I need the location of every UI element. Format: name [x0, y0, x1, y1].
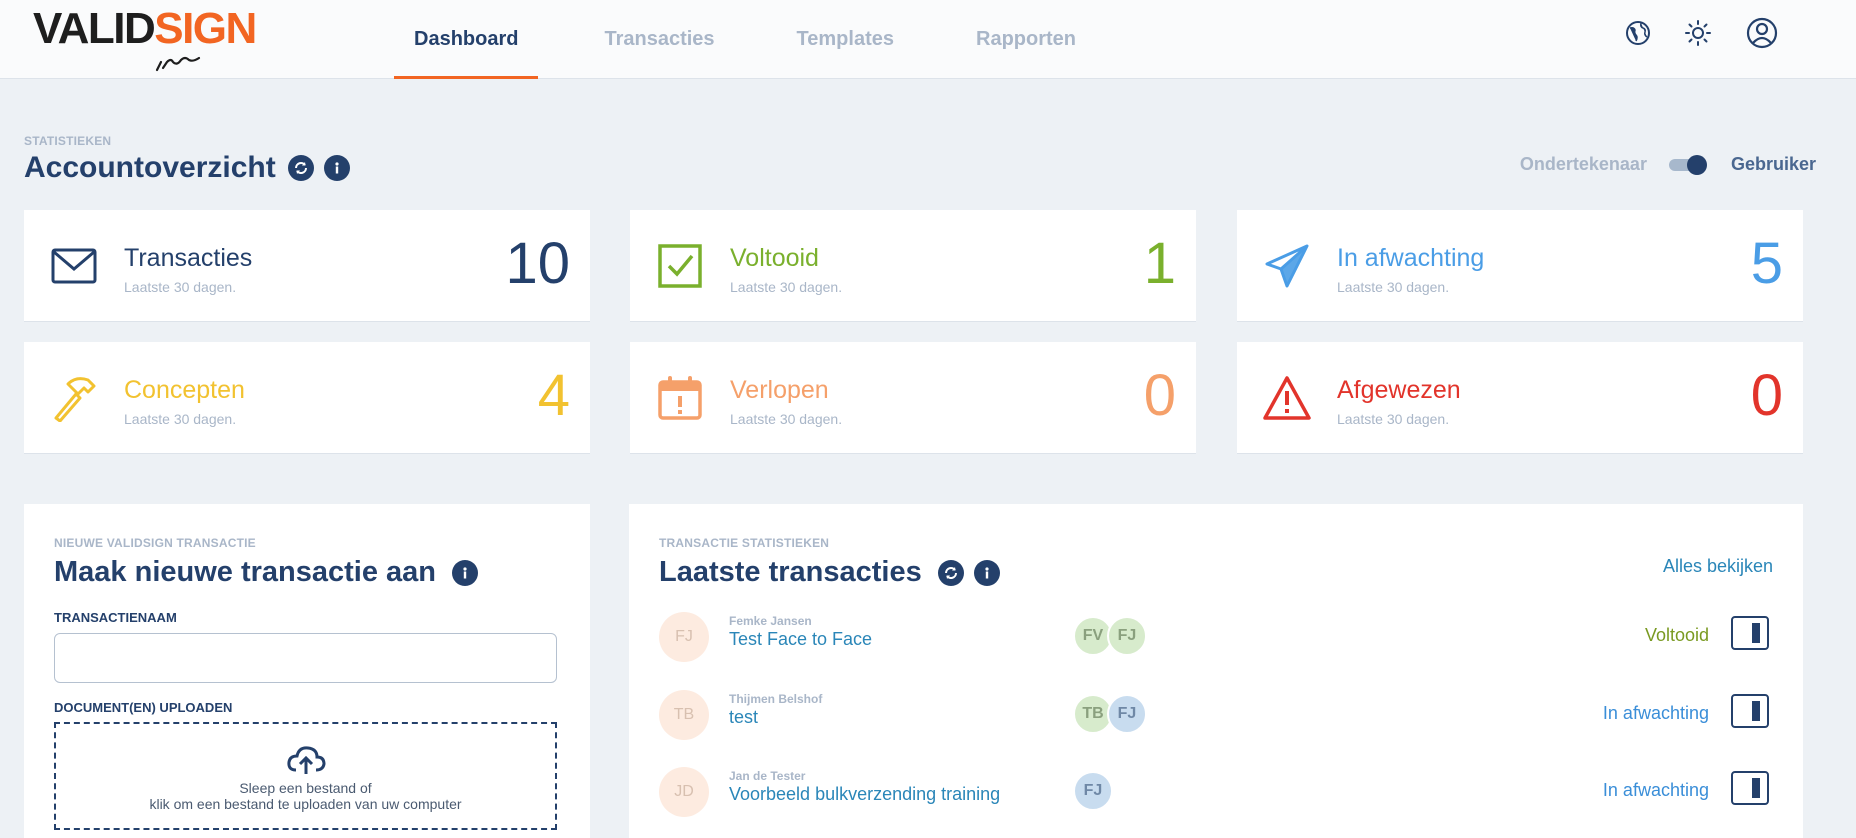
- refresh-icon[interactable]: [287, 155, 314, 181]
- validsign-logo[interactable]: VALIDSIGN: [33, 4, 273, 74]
- transaction-name-link[interactable]: Test Face to Face: [729, 629, 872, 650]
- dropzone-line-2: klik om een bestand te uploaden van uw c…: [149, 796, 462, 812]
- warning-icon: [1263, 376, 1311, 420]
- stat-sub: Laatste 30 dagen.: [1337, 411, 1450, 427]
- latest-title: Laatste transacties: [659, 556, 922, 588]
- stat-card-in-afwachting[interactable]: In afwachting Laatste 30 dagen. 5: [1237, 210, 1803, 322]
- avatar: JD: [659, 767, 709, 817]
- signer-chip: FJ: [1107, 694, 1147, 734]
- stat-name: Verlopen: [730, 376, 829, 404]
- avatar: TB: [659, 690, 709, 740]
- hammer-icon: [54, 377, 96, 422]
- new-tx-title: Maak nieuwe transactie aan: [54, 556, 436, 588]
- transaction-owner: Femke Jansen: [729, 614, 812, 628]
- stat-name: In afwachting: [1337, 244, 1485, 272]
- stat-value: 1: [1143, 231, 1176, 296]
- stat-card-concepten[interactable]: Concepten Laatste 30 dagen. 4: [24, 342, 590, 454]
- document-dropzone[interactable]: Sleep een bestand of klik om een bestand…: [54, 722, 557, 830]
- role-toggle: Ondertekenaar Gebruiker: [1520, 154, 1816, 175]
- page-title: Accountoverzicht: [24, 151, 276, 184]
- stat-name: Concepten: [124, 376, 245, 404]
- checkbox-icon: [658, 244, 702, 288]
- open-panel-button[interactable]: [1731, 771, 1769, 805]
- status-badge: Voltooid: [1644, 625, 1709, 645]
- stat-sub: Laatste 30 dagen.: [124, 279, 237, 295]
- calendar-alert-icon: [658, 376, 702, 420]
- stat-sub: Laatste 30 dagen.: [730, 279, 843, 295]
- status-badge: In afwachting: [1602, 780, 1709, 800]
- stat-sub: Laatste 30 dagen.: [730, 411, 843, 427]
- top-navigation-bar: VALIDSIGN Dashboard Transacties Template…: [0, 0, 1856, 79]
- stat-card-verlopen[interactable]: Verlopen Laatste 30 dagen. 0: [630, 342, 1196, 454]
- transaction-name-link[interactable]: Voorbeeld bulkverzending training: [729, 784, 1000, 805]
- tab-transacties[interactable]: Transacties: [584, 0, 734, 79]
- latest-transactions-panel: TRANSACTIE STATISTIEKEN Laatste transact…: [629, 504, 1803, 838]
- signer-chip: FJ: [1073, 771, 1113, 811]
- table-row[interactable]: FJ Femke Jansen Test Face to Face FV FJ …: [659, 609, 1769, 669]
- stat-sub: Laatste 30 dagen.: [124, 411, 237, 427]
- overview-eyebrow: STATISTIEKEN: [24, 134, 112, 148]
- globe-icon[interactable]: [1621, 16, 1655, 50]
- view-all-link[interactable]: Alles bekijken: [1663, 556, 1773, 577]
- new-transaction-panel: NIEUWE VALIDSIGN TRANSACTIE Maak nieuwe …: [24, 504, 590, 838]
- tab-templates[interactable]: Templates: [777, 0, 914, 79]
- stat-value: 10: [505, 231, 570, 296]
- stat-value: 0: [1750, 363, 1783, 428]
- envelope-icon: [51, 248, 97, 284]
- stat-card-transacties[interactable]: Transacties Laatste 30 dagen. 10: [24, 210, 590, 322]
- table-row[interactable]: TB Thijmen Belshof test TB FJ In afwacht…: [659, 687, 1769, 747]
- tab-dashboard[interactable]: Dashboard: [394, 0, 539, 79]
- stat-value: 4: [537, 363, 570, 428]
- transaction-owner: Thijmen Belshof: [729, 692, 823, 706]
- info-icon[interactable]: [323, 155, 350, 181]
- stat-sub: Laatste 30 dagen.: [1337, 279, 1450, 295]
- toggle-label-ondertekenaar[interactable]: Ondertekenaar: [1520, 154, 1647, 175]
- stat-name: Voltooid: [730, 244, 819, 272]
- tab-rapporten[interactable]: Rapporten: [956, 0, 1096, 79]
- user-icon[interactable]: [1745, 16, 1779, 50]
- open-panel-button[interactable]: [1731, 616, 1769, 650]
- status-badge: In afwachting: [1602, 703, 1709, 723]
- sun-icon[interactable]: [1681, 16, 1715, 50]
- info-icon[interactable]: [973, 559, 1000, 586]
- signer-chip: FJ: [1107, 616, 1147, 656]
- transaction-name-label: TRANSACTIENAAM: [54, 610, 177, 625]
- stat-value: 0: [1143, 363, 1176, 428]
- open-panel-button[interactable]: [1731, 694, 1769, 728]
- toggle-label-gebruiker[interactable]: Gebruiker: [1731, 154, 1816, 175]
- refresh-icon[interactable]: [937, 559, 964, 586]
- table-row[interactable]: JD Jan de Tester Voorbeeld bulkverzendin…: [659, 764, 1769, 824]
- overview-header: STATISTIEKEN Accountoverzicht: [24, 134, 350, 185]
- latest-eyebrow: TRANSACTIE STATISTIEKEN: [659, 536, 830, 550]
- stat-card-voltooid[interactable]: Voltooid Laatste 30 dagen. 1: [630, 210, 1196, 322]
- paper-plane-icon: [1265, 244, 1309, 288]
- cloud-upload-icon: [286, 746, 326, 774]
- avatar: FJ: [659, 612, 709, 662]
- dropzone-line-1: Sleep een bestand of: [239, 780, 372, 796]
- logo-text-valid: VALID: [33, 4, 156, 53]
- stat-value: 5: [1750, 231, 1783, 296]
- stat-name: Transacties: [124, 244, 253, 272]
- transaction-name-input[interactable]: [54, 633, 557, 683]
- transaction-owner: Jan de Tester: [729, 769, 806, 783]
- stat-card-afgewezen[interactable]: Afgewezen Laatste 30 dagen. 0: [1237, 342, 1803, 454]
- transaction-name-link[interactable]: test: [729, 707, 758, 728]
- new-tx-eyebrow: NIEUWE VALIDSIGN TRANSACTIE: [54, 536, 256, 550]
- stat-name: Afgewezen: [1337, 376, 1461, 404]
- logo-text-sign: SIGN: [154, 4, 257, 53]
- role-switch[interactable]: [1668, 154, 1707, 175]
- upload-label: DOCUMENT(EN) UPLOADEN: [54, 700, 233, 715]
- info-icon[interactable]: [452, 559, 478, 586]
- main-tabs: Dashboard Transacties Templates Rapporte…: [394, 0, 1136, 79]
- logo-signature-icon: [155, 56, 201, 72]
